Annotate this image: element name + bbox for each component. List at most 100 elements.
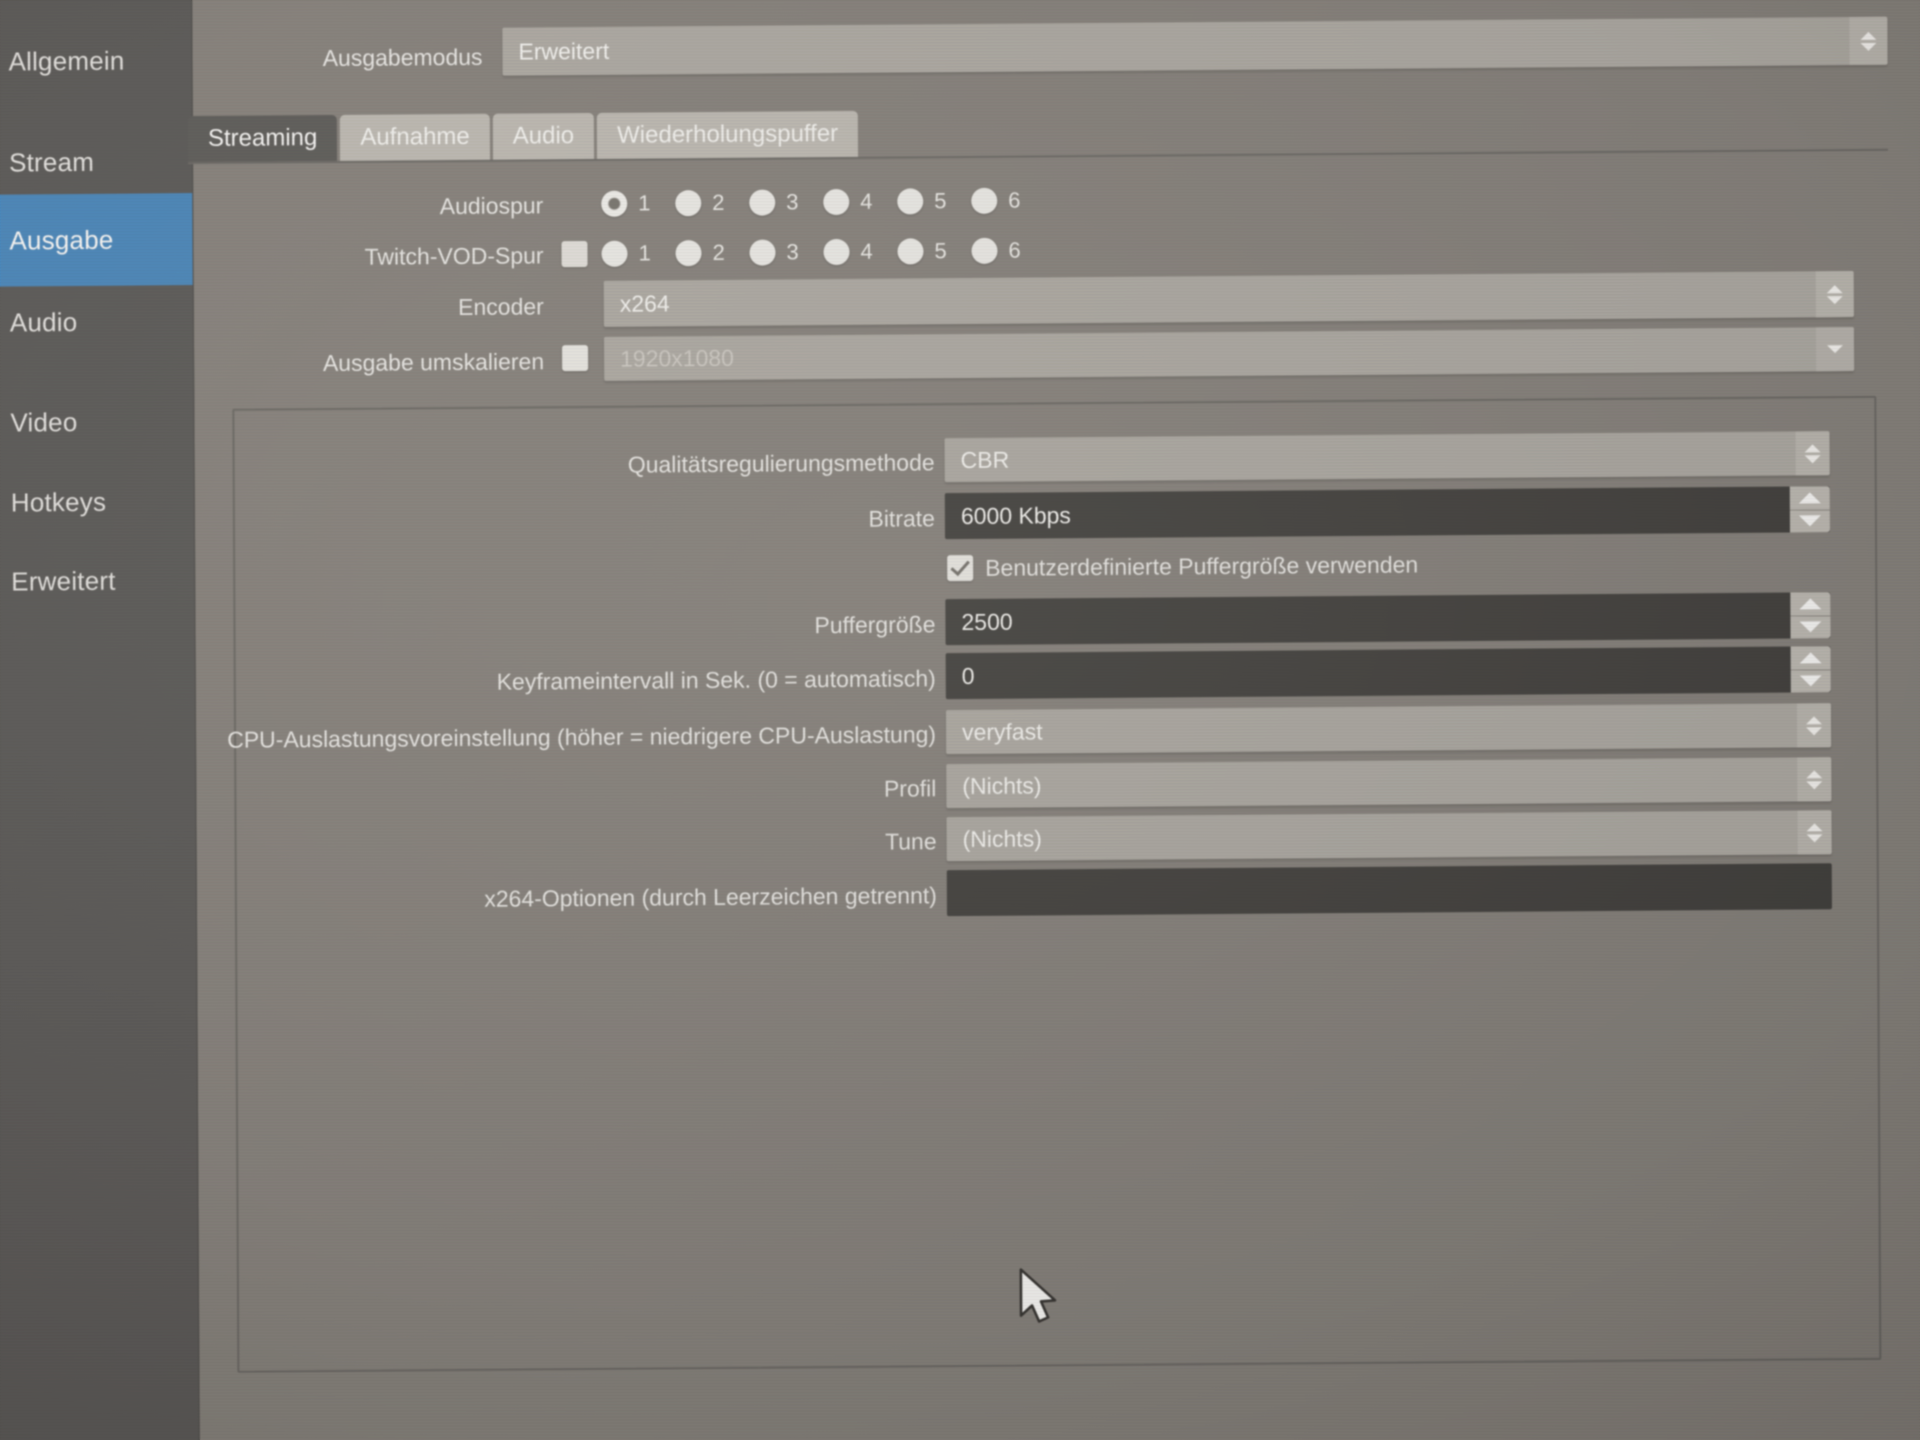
- twitch-vod-radio-3[interactable]: [749, 239, 776, 266]
- sidebar-item-label: Hotkeys: [10, 486, 107, 517]
- chevron-updown-icon[interactable]: [1849, 16, 1888, 66]
- twitch-vod-enable-checkbox[interactable]: [561, 240, 588, 268]
- audio-track-radio-4[interactable]: [823, 188, 850, 216]
- chevron-down-icon[interactable]: [1815, 327, 1855, 372]
- audio-track-radio-5[interactable]: [897, 188, 924, 215]
- mouse-pointer-icon: [1019, 1268, 1057, 1323]
- tab-aufnahme[interactable]: Aufnahme: [340, 113, 490, 161]
- twitch-vod-radio-6-label: 6: [1008, 237, 1021, 263]
- keyframe-interval-spinbox[interactable]: 0: [945, 646, 1831, 700]
- settings-sidebar: Allgemein Stream Ausgabe Audio Video Hot…: [0, 0, 200, 1440]
- profile-label: Profil: [883, 775, 937, 802]
- audio-track-radio-3[interactable]: [749, 189, 776, 216]
- custom-buffer-checkbox[interactable]: [947, 554, 974, 582]
- sidebar-item-video[interactable]: Video: [0, 395, 194, 449]
- keyframe-interval-value: 0: [961, 662, 975, 689]
- chevron-updown-icon[interactable]: [1795, 431, 1830, 476]
- buffer-size-spinbox[interactable]: 2500: [945, 592, 1831, 646]
- chevron-updown-icon[interactable]: [1815, 271, 1854, 318]
- buffer-size-label: Puffergröße: [814, 611, 936, 639]
- sidebar-item-ausgabe[interactable]: Ausgabe: [0, 193, 193, 287]
- rescale-output-label: Ausgabe umskalieren: [322, 348, 545, 377]
- output-mode-select[interactable]: Erweitert: [502, 16, 1888, 76]
- encoder-label: Encoder: [458, 293, 544, 320]
- rescale-output-checkbox[interactable]: [562, 344, 589, 372]
- chevron-updown-icon[interactable]: [1797, 757, 1832, 802]
- rate-control-select[interactable]: CBR: [944, 431, 1830, 483]
- sidebar-item-label: Video: [10, 406, 78, 437]
- sidebar-item-label: Erweitert: [11, 565, 116, 596]
- sidebar-item-label: Allgemein: [8, 45, 125, 76]
- output-mode-value: Erweitert: [518, 37, 610, 64]
- encoder-value: x264: [619, 289, 670, 317]
- tab-label: Wiederholungspuffer: [617, 119, 839, 149]
- keyframe-interval-stepper[interactable]: [1790, 646, 1831, 693]
- audio-track-radio-1-label: 1: [638, 190, 651, 216]
- bitrate-spinbox[interactable]: 6000 Kbps: [944, 486, 1830, 540]
- sidebar-item-label: Audio: [9, 306, 78, 337]
- x264-options-label: x264-Optionen (durch Leerzeichen getrenn…: [484, 882, 937, 912]
- bitrate-value: 6000 Kbps: [960, 501, 1071, 529]
- custom-buffer-label: Benutzerdefinierte Puffergröße verwenden: [985, 551, 1419, 581]
- twitch-vod-radio-4[interactable]: [823, 238, 850, 266]
- tune-value: (Nichts): [962, 824, 1042, 852]
- rate-control-value: CBR: [960, 446, 1010, 473]
- stepper-up-icon[interactable]: [1789, 486, 1830, 511]
- audio-track-radio-1[interactable]: [601, 190, 628, 217]
- keyframe-interval-label: Keyframeintervall in Sek. (0 = automatis…: [496, 665, 936, 695]
- audio-track-radio-6-label: 6: [1008, 187, 1021, 213]
- sidebar-item-hotkeys[interactable]: Hotkeys: [0, 475, 194, 529]
- twitch-vod-radio-2[interactable]: [675, 240, 702, 267]
- tab-streaming[interactable]: Streaming: [187, 114, 338, 163]
- audio-track-radio-4-label: 4: [860, 188, 873, 214]
- rescale-resolution-select[interactable]: 1920x1080: [603, 327, 1855, 381]
- rate-control-label: Qualitätsregulierungsmethode: [627, 449, 935, 478]
- audio-track-radio-6[interactable]: [971, 187, 998, 214]
- audio-track-radio-3-label: 3: [786, 189, 799, 215]
- rescale-resolution-value: 1920x1080: [620, 344, 734, 372]
- twitch-vod-radio-1[interactable]: [601, 240, 628, 267]
- sidebar-item-erweitert[interactable]: Erweitert: [0, 554, 194, 608]
- cpu-preset-value: veryfast: [961, 717, 1043, 745]
- twitch-vod-radio-1-label: 1: [638, 240, 651, 266]
- output-mode-label: Ausgabemodus: [322, 43, 483, 72]
- buffer-size-value: 2500: [961, 608, 1013, 635]
- stepper-down-icon[interactable]: [1790, 615, 1831, 639]
- sidebar-item-stream[interactable]: Stream: [0, 135, 192, 189]
- twitch-vod-radio-5-label: 5: [934, 238, 947, 264]
- twitch-vod-radio-6[interactable]: [971, 237, 998, 264]
- sidebar-item-allgemein[interactable]: Allgemein: [0, 34, 192, 88]
- screen-photo: Allgemein Stream Ausgabe Audio Video Hot…: [0, 0, 1920, 1440]
- cpu-preset-select[interactable]: veryfast: [945, 703, 1832, 755]
- bitrate-stepper[interactable]: [1789, 486, 1830, 533]
- chevron-updown-icon[interactable]: [1797, 810, 1832, 855]
- sidebar-item-label: Stream: [8, 146, 95, 177]
- tab-wiederholungspuffer[interactable]: Wiederholungspuffer: [596, 110, 859, 159]
- stepper-down-icon[interactable]: [1790, 669, 1831, 693]
- stepper-down-icon[interactable]: [1789, 509, 1830, 533]
- profile-select[interactable]: (Nichts): [946, 757, 1832, 809]
- tab-label: Audio: [512, 122, 575, 150]
- bitrate-label: Bitrate: [868, 505, 935, 532]
- twitch-vod-radio-5[interactable]: [897, 238, 924, 265]
- twitch-vod-radio-2-label: 2: [712, 239, 725, 265]
- tab-label: Aufnahme: [360, 122, 470, 151]
- sidebar-item-audio[interactable]: Audio: [0, 295, 193, 349]
- chevron-updown-icon[interactable]: [1796, 703, 1832, 748]
- encoder-select[interactable]: x264: [603, 271, 1854, 327]
- audio-track-radio-2-label: 2: [712, 189, 725, 215]
- x264-options-input[interactable]: [946, 863, 1832, 917]
- tune-select[interactable]: (Nichts): [946, 810, 1832, 862]
- buffer-size-stepper[interactable]: [1790, 592, 1831, 639]
- tab-audio[interactable]: Audio: [492, 112, 595, 160]
- tune-label: Tune: [884, 828, 937, 855]
- stepper-up-icon[interactable]: [1790, 592, 1831, 617]
- audio-track-radio-2[interactable]: [675, 190, 702, 217]
- output-tabbar: Streaming Aufnahme Audio Wiederholungspu…: [187, 110, 861, 163]
- stepper-up-icon[interactable]: [1790, 646, 1831, 671]
- audio-track-label: Audiospur: [439, 192, 544, 220]
- obs-settings-window: Allgemein Stream Ausgabe Audio Video Hot…: [0, 0, 1920, 1440]
- sidebar-item-label: Ausgabe: [9, 224, 114, 255]
- profile-value: (Nichts): [962, 771, 1042, 799]
- twitch-vod-radio-3-label: 3: [786, 239, 799, 265]
